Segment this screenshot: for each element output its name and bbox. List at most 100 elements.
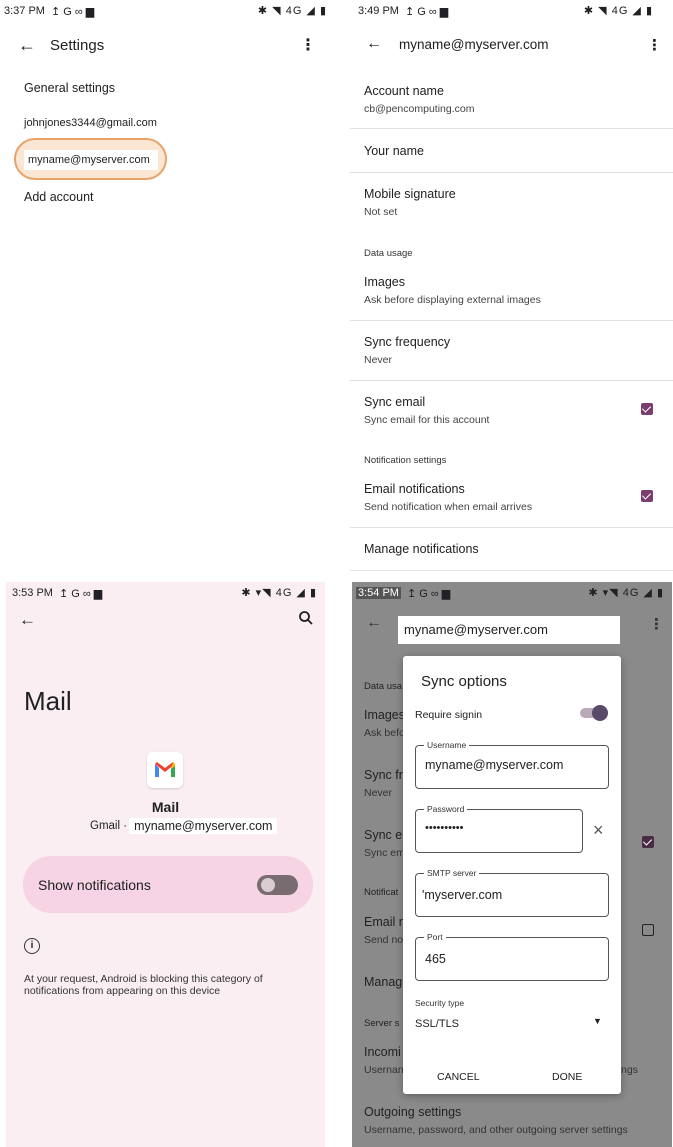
status-icons-right: ✱ ▾◥ 4G ◢ ▮ [588, 587, 664, 599]
port-value: 465 [425, 952, 446, 966]
sync-email-title[interactable]: Sync email [364, 395, 425, 409]
settings-panel: 3:37 PM ↥ G ∞ ▆ ✱ ◥ 4G ◢ ▮ ← Settings ⋮ … [0, 0, 335, 575]
manage-notifications-item[interactable]: Manage notifications [364, 542, 479, 556]
gmail-logo-icon [147, 752, 183, 788]
account-item-myserver[interactable]: myname@myserver.com [24, 150, 158, 170]
page-title: myname@myserver.com [399, 37, 549, 52]
port-field[interactable]: Port 465 [415, 932, 609, 981]
username-field[interactable]: Username myname@myserver.com [415, 740, 609, 789]
divider [350, 380, 673, 381]
info-icon: i [24, 938, 40, 954]
status-icons-right: ✱ ◥ 4G ◢ ▮ [257, 5, 327, 17]
divider [350, 172, 673, 173]
status-time: 3:49 PM [358, 5, 399, 17]
status-time: 3:37 PM [4, 5, 45, 17]
sync-frequency-value: Never [364, 354, 393, 366]
add-account-item[interactable]: Add account [24, 190, 94, 204]
data-usage-header: Data usage [364, 248, 413, 259]
images-value: Ask before displaying external images [364, 294, 541, 306]
bg-images-title: Images [364, 708, 405, 722]
bg-notification-header: Notificat [364, 887, 399, 898]
status-icons-left: ↥ G ∞ ▆ [404, 5, 449, 18]
bg-incoming-sub: Usernan [364, 1064, 404, 1076]
back-arrow-icon[interactable]: ← [19, 610, 36, 630]
status-bar: 3:53 PM ↥ G ∞ ▆ ✱ ▾◥ 4G ◢ ▮ [6, 582, 325, 604]
bg-outgoing-sub: Username, password, and other outgoing s… [364, 1124, 628, 1136]
general-settings-item[interactable]: General settings [24, 81, 115, 95]
email-notifications-value: Send notification when email arrives [364, 501, 533, 513]
search-icon[interactable] [298, 610, 314, 631]
bg-incoming-sub-right: ngs [621, 1064, 638, 1076]
page-title: myname@myserver.com [398, 616, 620, 644]
status-icons-left: ↥ G ∞ ▆ [50, 5, 95, 18]
username-label: Username [424, 740, 470, 750]
account-item-gmail[interactable]: johnjones3344@gmail.com [24, 117, 157, 129]
bg-images-sub: Ask befo [364, 727, 405, 739]
overflow-menu-icon[interactable]: ⋮ [647, 36, 662, 54]
smtp-server-value: 'myserver.com [422, 888, 503, 902]
bg-outgoing: Outgoing settings [364, 1105, 462, 1119]
bg-sync-frequency: Sync fr [364, 768, 403, 782]
cancel-button[interactable]: CANCEL [437, 1071, 480, 1083]
security-type-label: Security type [415, 998, 465, 1008]
bg-email-notifications-checkbox [642, 924, 654, 936]
require-signin-label: Require signin [415, 709, 483, 721]
bg-sync-frequency-sub: Never [364, 787, 393, 799]
page-title: Settings [50, 37, 105, 54]
app-notifications-panel: 3:53 PM ↥ G ∞ ▆ ✱ ▾◥ 4G ◢ ▮ ← Mail Mail … [6, 582, 325, 1147]
info-text: At your request, Android is blocking thi… [24, 973, 263, 997]
app-name: Mail [151, 799, 180, 815]
done-button[interactable]: DONE [552, 1071, 582, 1083]
show-notifications-toggle[interactable] [257, 875, 298, 895]
status-icons-right: ✱ ▾◥ 4G ◢ ▮ [241, 587, 317, 599]
clear-password-icon[interactable]: × [593, 821, 604, 839]
smtp-server-field[interactable]: SMTP server 'myserver.com [415, 868, 609, 917]
require-signin-toggle[interactable] [580, 705, 608, 721]
bg-manage-notifications: Manag [364, 975, 403, 989]
password-field[interactable]: Password •••••••••• [415, 804, 583, 853]
back-arrow-icon[interactable]: ← [366, 614, 382, 632]
account-name-title[interactable]: Account name [364, 84, 444, 98]
divider [350, 527, 673, 528]
images-title[interactable]: Images [364, 275, 405, 289]
divider [350, 320, 673, 321]
divider [350, 570, 673, 571]
page-title: Mail [24, 686, 72, 716]
status-bar: 3:37 PM ↥ G ∞ ▆ ✱ ◥ 4G ◢ ▮ [0, 0, 335, 22]
sync-email-value: Sync email for this account [364, 414, 490, 426]
back-arrow-icon[interactable]: ← [18, 35, 36, 56]
smtp-server-label: SMTP server [424, 868, 480, 878]
overflow-menu-icon[interactable]: ⋮ [300, 35, 316, 55]
sync-frequency-title[interactable]: Sync frequency [364, 335, 450, 349]
email-notifications-title[interactable]: Email notifications [364, 482, 465, 496]
back-arrow-icon[interactable]: ← [366, 35, 382, 53]
security-type-select[interactable]: SSL/TLS ▼ [415, 1012, 607, 1036]
bg-server-header: Server s [364, 1018, 400, 1029]
bg-sync-email: Sync e [364, 828, 403, 842]
bg-email-notifications-sub: Send no [364, 934, 404, 946]
port-label: Port [424, 932, 446, 942]
divider [350, 128, 673, 129]
sync-options-dialog: Sync options Require signin Username myn… [403, 656, 621, 1094]
account-settings-panel: 3:49 PM ↥ G ∞ ▆ ✱ ◥ 4G ◢ ▮ ← myname@myse… [350, 0, 673, 575]
password-label: Password [424, 804, 468, 814]
dropdown-arrow-icon: ▼ [593, 1016, 602, 1026]
status-icons-right: ✱ ◥ 4G ◢ ▮ [583, 5, 653, 17]
bg-sync-email-checkbox [642, 836, 654, 848]
password-value: •••••••••• [425, 822, 464, 834]
account-email: myname@myserver.com [129, 818, 278, 834]
account-name-value: cb@pencomputing.com [364, 103, 475, 115]
email-notifications-checkbox[interactable] [641, 490, 653, 502]
mobile-signature-title[interactable]: Mobile signature [364, 187, 456, 201]
bg-sync-email-sub: Sync em [364, 847, 405, 859]
sync-email-checkbox[interactable] [641, 403, 653, 415]
overflow-menu-icon[interactable]: ⋮ [649, 615, 664, 633]
status-bar: 3:54 PM ↥ G ∞ ▆ ✱ ▾◥ 4G ◢ ▮ [352, 582, 672, 604]
dialog-title: Sync options [421, 673, 507, 690]
status-time: 3:54 PM [356, 587, 401, 599]
bg-data-usage-header: Data usa [364, 681, 403, 692]
your-name-item[interactable]: Your name [364, 144, 424, 158]
toggle-knob [261, 878, 275, 892]
status-bar: 3:49 PM ↥ G ∞ ▆ ✱ ◥ 4G ◢ ▮ [350, 0, 673, 22]
status-icons-left: ↥ G ∞ ▆ [406, 587, 451, 600]
